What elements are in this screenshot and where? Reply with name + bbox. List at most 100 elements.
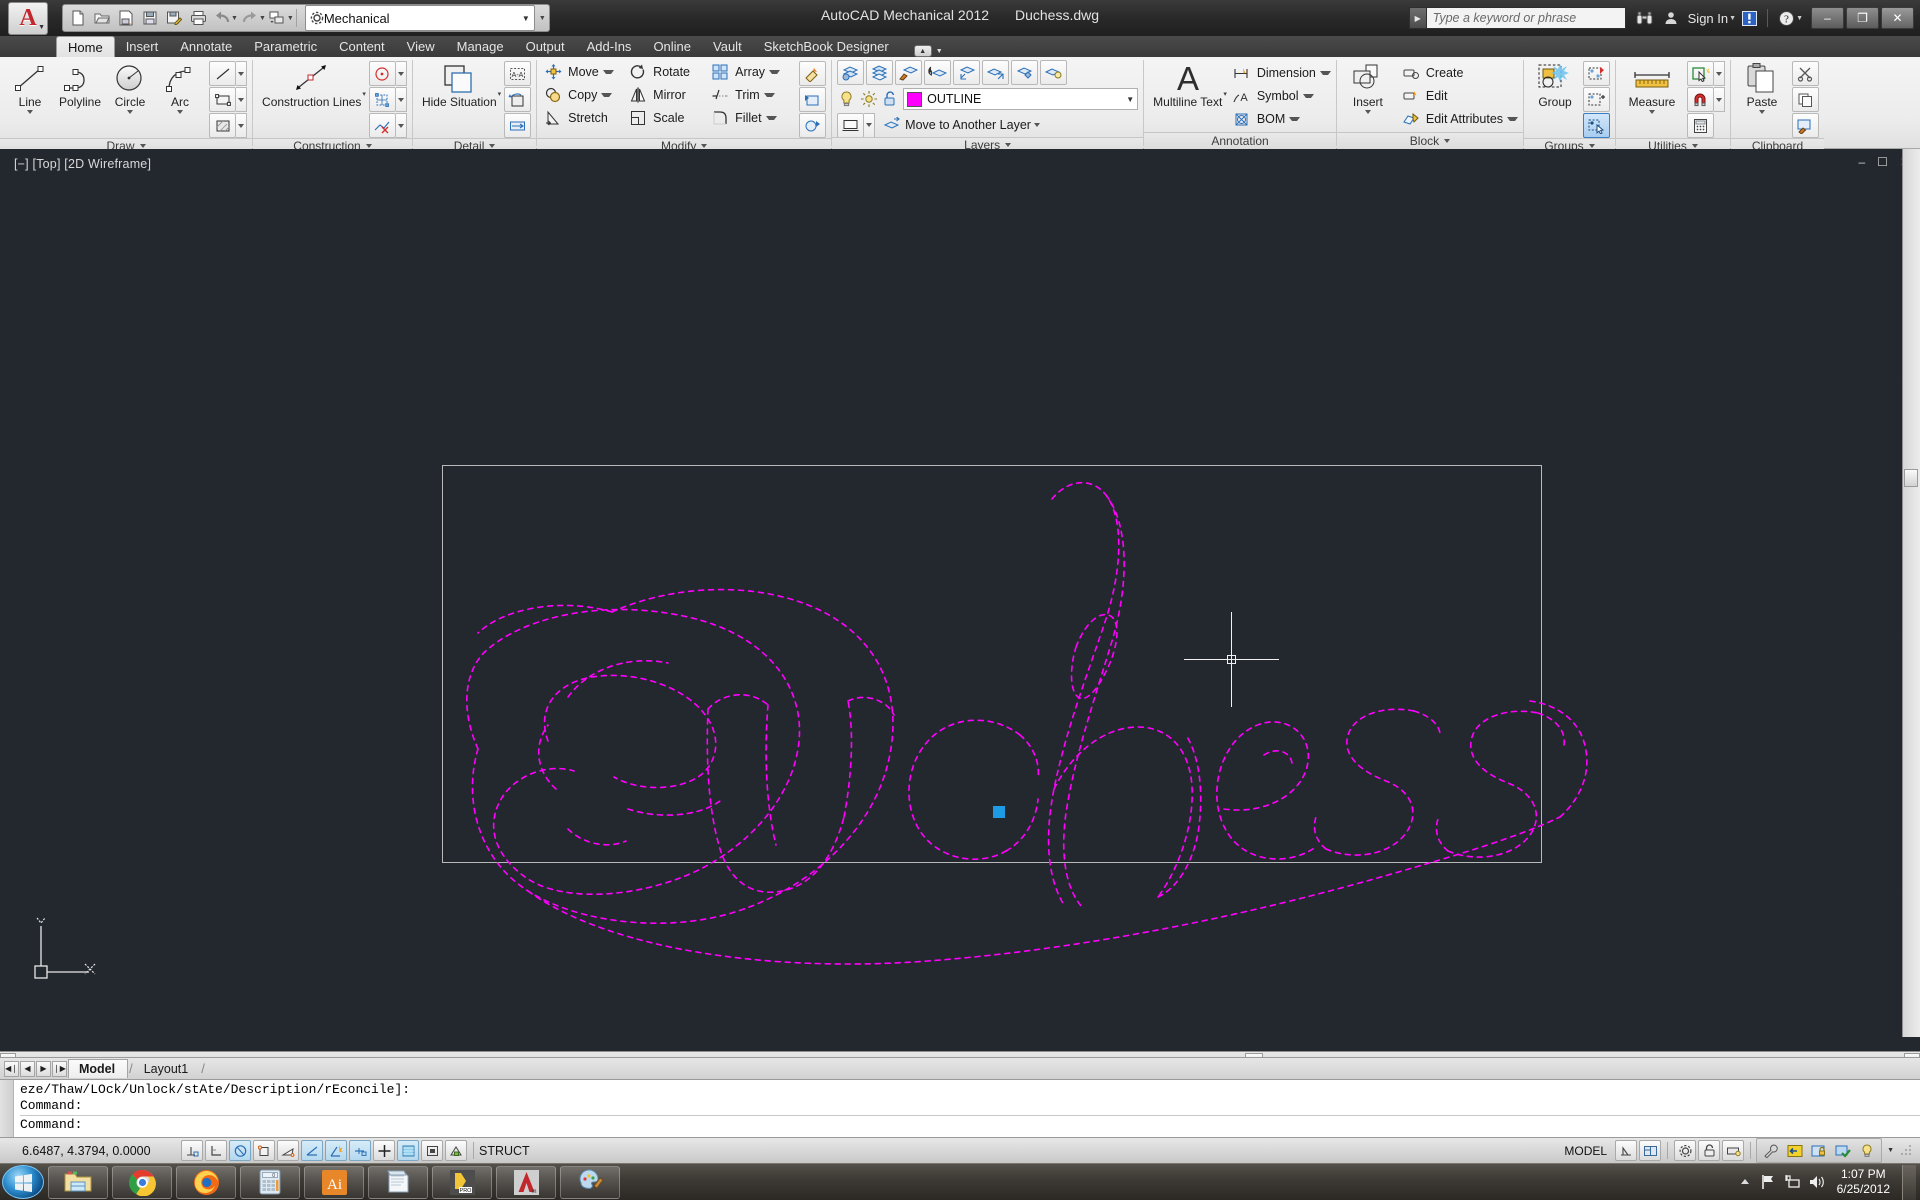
object-snap-tracking-toggle[interactable]	[349, 1140, 371, 1161]
chevron-down-icon[interactable]	[1714, 87, 1726, 112]
chevron-down-icon[interactable]: ▾	[362, 90, 366, 98]
secure-load-icon[interactable]	[1784, 1140, 1806, 1161]
chevron-down-icon[interactable]: ▼	[936, 48, 943, 55]
modify-scale-button[interactable]: Scale	[627, 107, 709, 129]
batch-plot-dropdown[interactable]: ▼	[287, 15, 294, 22]
chevron-down-icon[interactable]	[395, 87, 407, 112]
construction-lines-button[interactable]: Construction Lines	[258, 60, 365, 132]
chevron-down-icon[interactable]	[1507, 117, 1519, 121]
unlock-icon[interactable]	[881, 90, 900, 109]
drawing-status-icon[interactable]	[1808, 1140, 1830, 1161]
rectangle-icon[interactable]	[209, 87, 237, 112]
chevron-down-icon[interactable]	[763, 93, 775, 97]
network-icon[interactable]	[1781, 1170, 1805, 1194]
detail-frame-icon[interactable]: A-A	[504, 61, 532, 86]
chevron-down-icon[interactable]	[769, 70, 781, 74]
layer-down-icon[interactable]	[953, 60, 981, 85]
sign-in-dropdown[interactable]: ▼	[1729, 15, 1736, 22]
taskbar-mozilla-firefox[interactable]	[176, 1165, 236, 1199]
chevron-down-icon[interactable]	[1364, 110, 1371, 114]
help-dropdown[interactable]: ▼	[1796, 15, 1803, 22]
ortho-mode-toggle[interactable]	[253, 1140, 275, 1161]
panel-annotation-title[interactable]: Annotation	[1144, 132, 1336, 149]
modify-mirror-button[interactable]: Mirror	[627, 84, 709, 106]
annotation-bom-button[interactable]: BOM	[1231, 108, 1331, 130]
action-center-flag-icon[interactable]	[1757, 1170, 1781, 1194]
tab-home[interactable]: Home	[56, 36, 115, 57]
command-line-area[interactable]: eze/Thaw/LOck/Unlock/stAte/Description/r…	[0, 1079, 1920, 1137]
delete-construction-tools[interactable]	[368, 113, 407, 138]
annotation-symbol-button[interactable]: A Symbol	[1231, 85, 1331, 107]
search-binoculars-icon[interactable]	[1632, 6, 1658, 30]
chevron-down-icon[interactable]	[139, 144, 146, 148]
tab-online[interactable]: Online	[642, 36, 702, 57]
annotation-scale-icon[interactable]	[1615, 1140, 1638, 1161]
taskbar-google-chrome[interactable]	[112, 1165, 172, 1199]
resize-grip[interactable]	[1900, 1144, 1912, 1158]
save-as-dwg-button[interactable]	[114, 6, 138, 30]
search-dropdown-arrow[interactable]: ▶	[1408, 7, 1426, 29]
taskbar-autocad-mechanical[interactable]: m	[496, 1165, 556, 1199]
block-create-button[interactable]: Create	[1400, 62, 1518, 84]
layer-previous-icon[interactable]	[924, 60, 952, 85]
block-edit-attributes-button[interactable]: Edit Attributes	[1400, 108, 1519, 130]
struct-label[interactable]: STRUCT	[479, 1144, 530, 1158]
draw-line-tools[interactable]	[209, 61, 248, 86]
modify-move-button[interactable]: Move	[542, 61, 627, 83]
selection-grip[interactable]	[993, 806, 1005, 818]
speaker-icon[interactable]	[1805, 1170, 1829, 1194]
transparency-toggle[interactable]	[445, 1140, 467, 1161]
paste-button[interactable]: Paste	[1736, 60, 1788, 132]
layout-tab-model[interactable]: Model	[68, 1059, 129, 1078]
modify-rotate-button[interactable]: Rotate	[627, 61, 709, 83]
search-input[interactable]: Type a keyword or phrase	[1425, 7, 1626, 29]
chevron-down-icon[interactable]	[1033, 123, 1040, 127]
model-space-canvas[interactable]	[8, 149, 1898, 1037]
drawing-window[interactable]: [−] [Top] [2D Wireframe] – ☐ ✕	[0, 149, 1920, 1067]
chevron-down-icon[interactable]	[1319, 71, 1331, 75]
lightbulb-icon[interactable]	[837, 90, 856, 109]
modify-trim-button[interactable]: Trim	[709, 84, 789, 106]
hardware-acceleration-icon[interactable]	[1674, 1140, 1697, 1161]
workspace-selector[interactable]: Mechanical ▼	[304, 5, 535, 31]
lineweight-toggle[interactable]	[421, 1140, 443, 1161]
show-hidden-icons-chevron-up-icon[interactable]	[1733, 1170, 1757, 1194]
draw-circle-button[interactable]: Circle	[105, 60, 155, 132]
chevron-down-icon[interactable]	[489, 144, 496, 148]
model-paper-toggle[interactable]: MODEL	[1557, 1144, 1614, 1158]
multiline-text-button[interactable]: A Multiline Text	[1149, 60, 1226, 132]
layout-tab-layout1[interactable]: Layout1	[134, 1059, 200, 1078]
grid-display-toggle[interactable]	[229, 1140, 251, 1161]
dynamic-ucs-toggle[interactable]	[373, 1140, 395, 1161]
command-prompt-line[interactable]: Command:	[20, 1115, 1920, 1133]
ribbon-minimize-control[interactable]: ▲ ▼	[913, 45, 943, 57]
isolate-objects-icon[interactable]	[1722, 1140, 1745, 1161]
diagonal-line-icon[interactable]	[209, 61, 237, 86]
layer-off-icon[interactable]	[1040, 60, 1068, 85]
draw-rectangle-tools[interactable]	[209, 87, 248, 112]
modify-copy-button[interactable]: Copy	[542, 84, 627, 106]
toolbar-lock-icon[interactable]	[1698, 1140, 1721, 1161]
nav-prev-layout[interactable]: ◀	[20, 1060, 35, 1077]
chevron-down-icon[interactable]	[177, 110, 184, 114]
layer-brush-icon[interactable]	[895, 60, 923, 85]
chevron-down-icon[interactable]	[1005, 143, 1012, 147]
group-button[interactable]: Group	[1529, 60, 1581, 132]
blue-grid-icon[interactable]	[368, 87, 396, 112]
move-to-layer-icon[interactable]	[883, 116, 902, 135]
draw-line-button[interactable]: Line	[5, 60, 55, 132]
calculator-icon[interactable]	[1687, 113, 1715, 138]
panel-block-title[interactable]: Block	[1336, 132, 1524, 149]
taskbar-notepad[interactable]	[368, 1165, 428, 1199]
chevron-down-icon[interactable]	[236, 87, 248, 112]
layer-stack-icon[interactable]	[866, 60, 894, 85]
insert-block-button[interactable]: Insert	[1342, 60, 1394, 132]
chevron-down-icon[interactable]	[765, 116, 777, 120]
new-file-button[interactable]	[66, 6, 90, 30]
layer-display-icon[interactable]	[837, 112, 865, 138]
nav-first-layout[interactable]: ◀❘	[4, 1060, 19, 1077]
delete-construction-icon[interactable]	[368, 113, 396, 138]
chevron-down-icon[interactable]	[1444, 139, 1451, 143]
chevron-down-icon[interactable]	[1649, 110, 1656, 114]
group-edit-icon[interactable]	[1583, 87, 1611, 112]
